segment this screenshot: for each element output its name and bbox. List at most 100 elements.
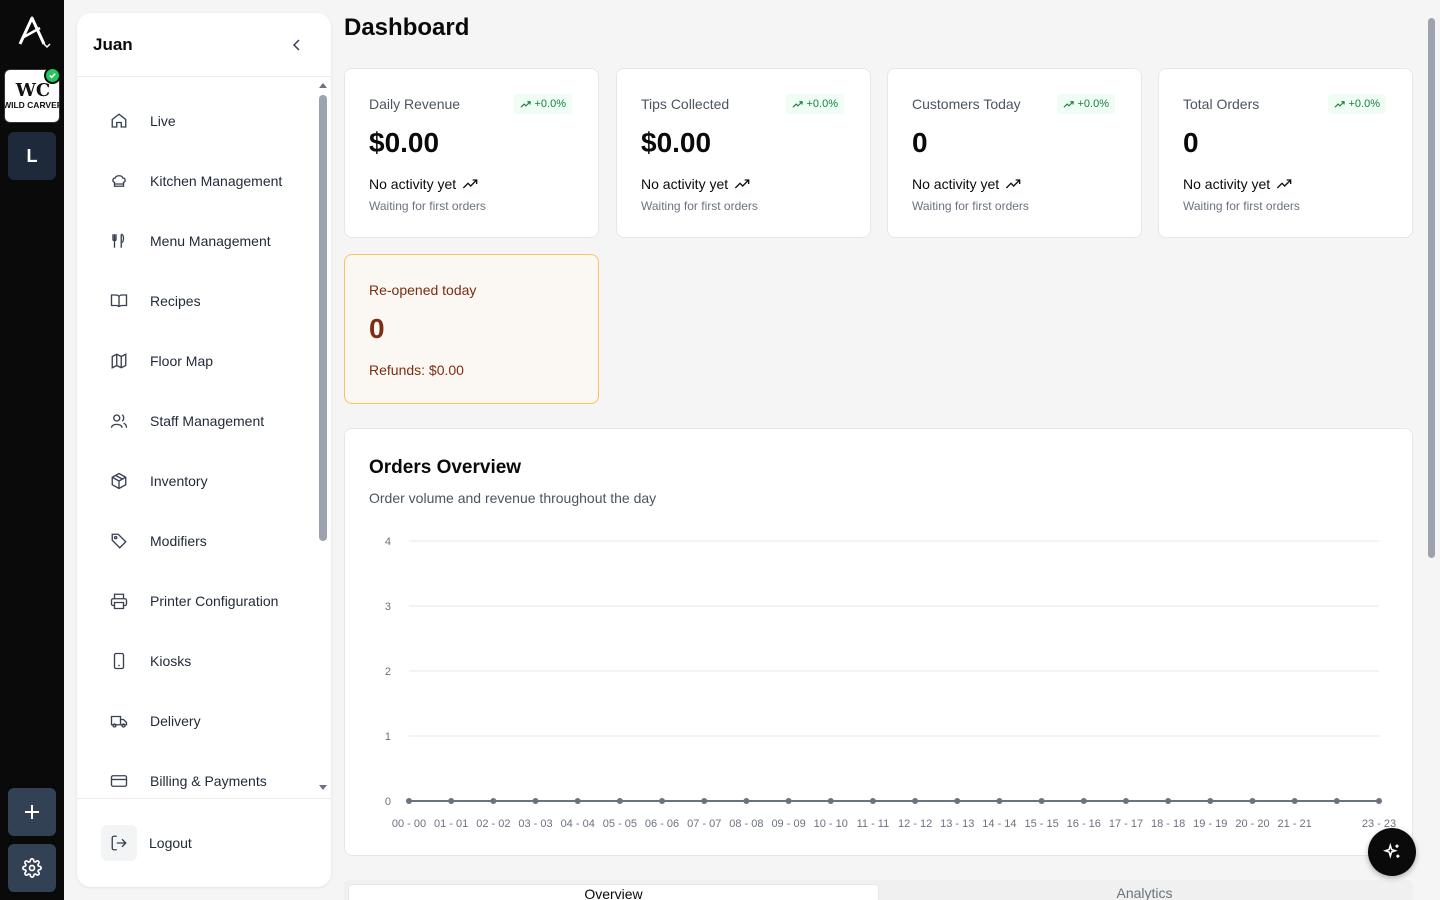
add-button[interactable] — [8, 788, 56, 836]
data-point — [785, 798, 792, 804]
x-tick-label: 21 - 21 — [1278, 818, 1312, 830]
sidebar-item-kitchen-management[interactable]: Kitchen Management — [101, 161, 311, 201]
sidebar-item-label: Inventory — [150, 473, 208, 489]
data-point — [1080, 798, 1087, 804]
data-point — [701, 798, 708, 804]
x-tick-label: 05 - 05 — [603, 818, 637, 830]
data-point — [448, 798, 455, 804]
x-tick-label: 06 - 06 — [645, 818, 679, 830]
sidebar-item-modifiers[interactable]: Modifiers — [101, 521, 311, 561]
sidebar-item-printer-configuration[interactable]: Printer Configuration — [101, 581, 311, 621]
sidebar-item-label: Kiosks — [150, 653, 192, 669]
data-point — [532, 798, 539, 804]
x-tick-label: 14 - 14 — [982, 818, 1016, 830]
x-tick-label: 07 - 07 — [687, 818, 721, 830]
trending-up-icon — [1006, 179, 1021, 189]
badge-text: +0.0% — [1077, 98, 1110, 110]
sidebar-item-menu-management[interactable]: Menu Management — [101, 221, 311, 261]
users-icon — [110, 414, 128, 428]
sidebar-item-label: Live — [150, 113, 176, 129]
sidebar-item-label: Staff Management — [150, 413, 265, 429]
sidebar-item-staff-management[interactable]: Staff Management — [101, 401, 311, 441]
logout-icon — [101, 825, 137, 861]
sidebar-item-delivery[interactable]: Delivery — [101, 701, 311, 741]
sidebar-item-live[interactable]: Live — [101, 101, 311, 141]
trending-up-icon — [520, 100, 531, 108]
sidebar-item-kiosks[interactable]: Kiosks — [101, 641, 311, 681]
sidebar-item-label: Recipes — [150, 293, 201, 309]
x-tick-label: 12 - 12 — [898, 818, 932, 830]
sidebar-header: Juan — [77, 13, 331, 77]
stat-card-tips-collected: Tips Collected +0.0% $0.00 No activity y… — [616, 68, 871, 238]
stat-note: No activity yet — [369, 176, 478, 192]
logout-button[interactable]: Logout — [101, 825, 192, 861]
reopened-label: Re-opened today — [369, 282, 477, 298]
badge-text: +0.0% — [806, 98, 839, 110]
orders-line-chart: 0 1 2 3 4 00 - 00 01 - 01 02 - 02 03 - 03 04 - 04… — [385, 536, 1396, 830]
x-tick-label: 03 - 03 — [518, 818, 552, 830]
refunds-text: Refunds: $0.00 — [369, 362, 464, 378]
brand-name: WILD CARVER — [5, 100, 60, 110]
sidebar-item-label: Billing & Payments — [150, 773, 267, 789]
chevron-left-icon[interactable] — [289, 37, 305, 53]
y-tick-label: 1 — [385, 731, 391, 743]
data-point — [996, 798, 1003, 804]
reopened-card: Re-opened today 0 Refunds: $0.00 — [344, 254, 599, 404]
sidebar-item-recipes[interactable]: Recipes — [101, 281, 311, 321]
note-text: No activity yet — [1183, 176, 1271, 192]
user-name: Juan — [93, 34, 133, 54]
data-point — [406, 798, 412, 804]
stat-card-daily-revenue: Daily Revenue +0.0% $0.00 No activity ye… — [344, 68, 599, 238]
ai-assistant-button[interactable] — [1368, 828, 1416, 876]
package-icon — [111, 472, 127, 490]
badge-text: +0.0% — [534, 98, 567, 110]
reopened-value: 0 — [369, 313, 385, 344]
x-tick-label: 04 - 04 — [561, 818, 595, 830]
tab-overview[interactable]: Overview — [348, 884, 879, 900]
data-point — [659, 798, 666, 804]
trend-badge: +0.0% — [513, 94, 572, 114]
settings-button[interactable] — [8, 844, 56, 892]
sidebar-item-label: Modifiers — [150, 533, 207, 549]
data-point — [827, 798, 834, 804]
tab-analytics[interactable]: Analytics — [879, 884, 1410, 900]
stat-note: No activity yet — [1183, 176, 1292, 192]
workspace-letter: L — [26, 145, 38, 166]
trending-up-icon — [735, 179, 750, 189]
data-point — [1165, 798, 1172, 804]
scroll-up-arrow-icon[interactable] — [319, 82, 327, 88]
workspace-button[interactable]: L — [8, 132, 56, 180]
stat-value: 0 — [1183, 127, 1199, 158]
data-point — [1376, 798, 1382, 804]
x-tick-label: 19 - 19 — [1193, 818, 1227, 830]
stat-sub: Waiting for first orders — [641, 199, 758, 213]
y-tick-label: 3 — [385, 601, 391, 613]
stat-note: No activity yet — [912, 176, 1021, 192]
stat-value: $0.00 — [641, 127, 712, 158]
book-open-icon — [110, 294, 128, 308]
trending-up-icon — [792, 100, 803, 108]
sidebar-item-label: Menu Management — [150, 233, 271, 249]
app-logo-icon[interactable] — [16, 14, 52, 54]
x-tick-label: 08 - 08 — [729, 818, 763, 830]
badge-text: +0.0% — [1348, 98, 1381, 110]
data-point — [1122, 798, 1129, 804]
y-tick-label: 4 — [385, 536, 391, 548]
app-rail: WC WILD CARVER L — [0, 0, 64, 900]
data-point — [743, 798, 750, 804]
data-point — [616, 798, 623, 804]
page-scrollbar[interactable] — [1428, 18, 1435, 558]
home-icon — [111, 113, 127, 128]
x-tick-label: 09 - 09 — [771, 818, 805, 830]
sidebar-footer: Logout — [77, 798, 331, 887]
tag-icon — [111, 533, 127, 549]
credit-card-icon — [110, 775, 128, 787]
stat-label: Tips Collected — [641, 96, 730, 112]
trend-badge: +0.0% — [785, 94, 844, 114]
data-point — [1291, 798, 1298, 804]
sidebar-item-floor-map[interactable]: Floor Map — [101, 341, 311, 381]
x-tick-label: 15 - 15 — [1024, 818, 1058, 830]
sidebar-item-inventory[interactable]: Inventory — [101, 461, 311, 501]
sidebar-item-billing-payments[interactable]: Billing & Payments — [101, 761, 311, 799]
sparkles-icon — [1382, 842, 1400, 859]
